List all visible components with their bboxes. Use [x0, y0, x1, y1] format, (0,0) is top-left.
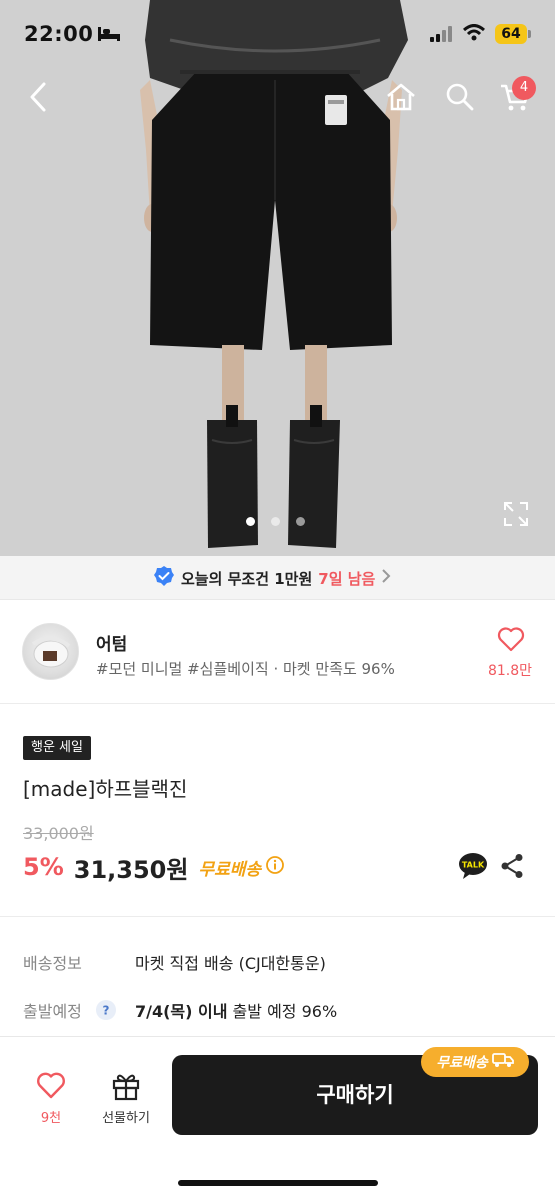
- gift-label: 선물하기: [102, 1111, 150, 1126]
- home-indicator: [178, 1180, 378, 1186]
- share-icon[interactable]: [500, 853, 524, 883]
- heart-icon: [36, 1072, 66, 1103]
- help-icon[interactable]: ?: [95, 999, 117, 1025]
- shop-heart-icon[interactable]: [497, 626, 525, 656]
- shop-avatar[interactable]: [22, 623, 79, 680]
- chevron-right-icon: [381, 568, 391, 588]
- cart-count-badge: 4: [512, 76, 536, 100]
- discount-rate: 5%: [23, 853, 64, 881]
- promo-banner[interactable]: 오늘의 무조건 1만원 7일 남음: [0, 556, 555, 600]
- status-bar: 22:00 64: [0, 0, 555, 70]
- sale-price: 31,350원: [73, 855, 189, 884]
- section-divider: [0, 916, 555, 917]
- bottom-action-bar: 9천 선물하기 구매하기 무료배송: [0, 1036, 555, 1200]
- kakao-talk-icon[interactable]: TALK: [458, 852, 488, 884]
- gift-icon: [110, 1074, 142, 1105]
- departure-rate: 출발 예정 96%: [227, 1002, 338, 1021]
- departure-value: 7/4(목) 이내 출발 예정 96%: [135, 998, 337, 1022]
- svg-text:TALK: TALK: [462, 861, 485, 870]
- shop-like-count: 81.8만: [487, 663, 533, 679]
- departure-date: 7/4(목) 이내: [135, 1002, 228, 1021]
- wishlist-count: 9천: [40, 1111, 62, 1126]
- sale-badge: 행운 세일: [23, 736, 91, 760]
- promo-text: 오늘의 무조건 1만원: [181, 569, 313, 588]
- shop-tags: #모던 미니멀 #심플베이직 · 마켓 만족도 96%: [96, 660, 395, 678]
- original-price: 33,000원: [23, 824, 94, 843]
- free-shipping-pill: 무료배송: [421, 1047, 529, 1077]
- free-shipping-pill-label: 무료배송: [436, 1055, 488, 1071]
- promo-content: 오늘의 무조건 1만원 7일 남음: [153, 566, 391, 590]
- product-title: [made]하프블랙진: [23, 777, 188, 801]
- gallery-dot[interactable]: [246, 517, 255, 526]
- free-shipping-label: 무료배송: [198, 859, 262, 880]
- departure-label: 출발예정: [23, 1002, 82, 1021]
- shipping-info-value: 마켓 직접 배송 (CJ대한통운): [135, 954, 326, 973]
- product-image[interactable]: 22:00 64 4: [0, 0, 555, 556]
- info-icon[interactable]: [265, 855, 285, 879]
- shop-info[interactable]: 어텀 #모던 미니멀 #심플베이직 · 마켓 만족도 96% 81.8만: [0, 600, 555, 704]
- truck-icon: [491, 1052, 514, 1072]
- gallery-dot[interactable]: [296, 517, 305, 526]
- svg-text:?: ?: [103, 1004, 110, 1018]
- wishlist-button[interactable]: 9천: [20, 1071, 82, 1131]
- battery-tip: [528, 30, 531, 38]
- status-time: 22:00: [24, 22, 94, 46]
- promo-remaining: 7일 남음: [318, 569, 376, 588]
- gallery-dot[interactable]: [271, 517, 280, 526]
- verified-badge-icon: [153, 565, 175, 591]
- battery-icon: 64: [495, 24, 527, 44]
- gift-button[interactable]: 선물하기: [92, 1071, 160, 1131]
- shop-name[interactable]: 어텀: [96, 630, 127, 655]
- shipping-info-label: 배송정보: [23, 954, 82, 973]
- price-row: 5% 31,350원 무료배송: [23, 851, 285, 884]
